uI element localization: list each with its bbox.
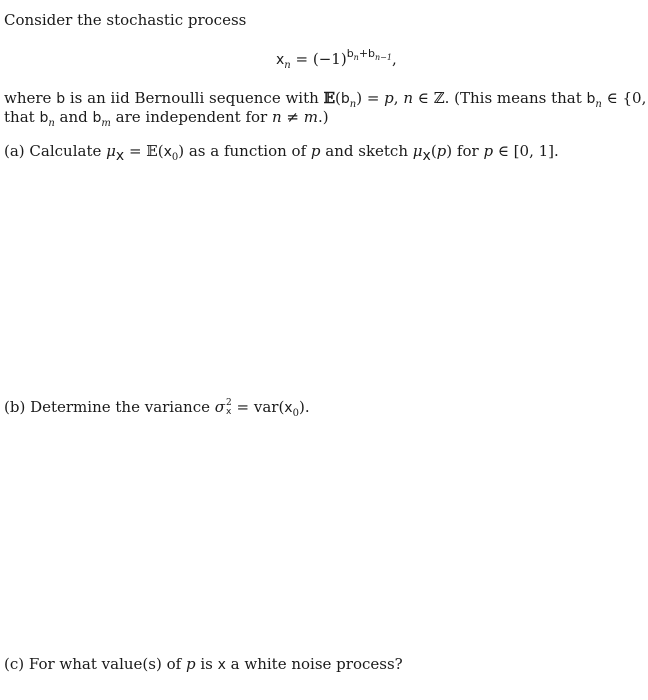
p1-expectation: 𝔼: [323, 89, 335, 107]
p1-comma: ,: [393, 89, 404, 107]
question-a: (a) Calculate μx = 𝔼(x0) as a function o…: [4, 141, 559, 164]
qa-mid: ) as a function of: [178, 142, 311, 160]
qa-p: p: [310, 142, 321, 160]
qc-mid: is: [195, 655, 218, 673]
qc-label: (c): [4, 655, 25, 673]
qb-x: x: [284, 400, 293, 416]
p1-n: n: [403, 89, 413, 107]
eq-base: (−1): [312, 50, 347, 68]
qb-sigma: σ: [214, 398, 226, 416]
eq-equals: =: [290, 50, 313, 68]
intro-text: Consider the stochastic process: [4, 10, 246, 30]
eq-comma: ,: [391, 50, 397, 68]
p2-n: n: [271, 108, 282, 126]
qa-p3: p: [483, 142, 494, 160]
qa-x: x: [163, 144, 172, 160]
eq-exp-plus: +: [358, 47, 369, 60]
p1-bn: b: [340, 91, 350, 107]
p2-and: and: [54, 108, 93, 126]
p1-set: ∈ {0, 1},: [606, 89, 648, 107]
intro-sentence: Consider the stochastic process: [4, 11, 247, 29]
p2-bm-index: m: [101, 118, 111, 129]
qb-end: ).: [298, 398, 310, 416]
eq-exp-b1: b: [346, 47, 354, 60]
paragraph-line-1: where b is an iid Bernoulli sequence wit…: [4, 88, 648, 110]
qa-mid2: and sketch: [320, 142, 413, 160]
p1-mid: is an iid Bernoulli sequence with: [65, 89, 324, 107]
qc-x: x: [217, 657, 226, 673]
qc-end: a white noise process?: [225, 655, 403, 673]
p1-in-z: ∈ ℤ. (This means that: [413, 89, 587, 107]
p2-end: .): [317, 108, 329, 126]
p2-that: that: [4, 108, 40, 126]
eq-exponent: bn+bn−1: [346, 47, 392, 63]
qa-arg-close: ) for: [446, 142, 484, 160]
p2-bn: b: [39, 110, 49, 126]
eq-exp-b2: b: [368, 47, 376, 60]
qa-mu-sub: x: [115, 148, 125, 164]
eq-exp-idx2: n−1: [375, 53, 392, 63]
p1-b: b: [56, 91, 66, 107]
qa-eq: = 𝔼(: [124, 142, 164, 160]
qb-label: (b): [4, 398, 26, 416]
qa-mu: μ: [106, 142, 116, 160]
qc-prefix: For what value(s) of: [24, 655, 186, 673]
question-c: (c) For what value(s) of p is x a white …: [4, 654, 403, 675]
p1-p: p: [384, 89, 394, 107]
p2-mid: are independent for: [110, 108, 272, 126]
p1-where: where: [4, 89, 57, 107]
qb-prefix: Determine the variance: [25, 398, 215, 416]
process-equation: xn = (−1)bn+bn−1,: [276, 47, 397, 72]
qa-mu2: μ: [412, 142, 423, 160]
p2-neq: ≠: [281, 108, 304, 126]
qa-p2: p: [436, 142, 447, 160]
qa-mu2-sub: x: [422, 148, 431, 164]
p2-m: m: [303, 108, 318, 126]
qc-p: p: [185, 655, 196, 673]
qa-prefix: Calculate: [24, 142, 107, 160]
p1-paren-close: ) =: [356, 89, 385, 107]
qa-label: (a): [4, 142, 25, 160]
question-b: (b) Determine the variance σ2x = var(x0)…: [4, 397, 310, 419]
qb-eq: = var(: [231, 398, 285, 416]
paragraph-line-2: that bn and bm are independent for n ≠ m…: [4, 107, 329, 129]
qa-range: ∈ [0, 1].: [493, 142, 559, 160]
